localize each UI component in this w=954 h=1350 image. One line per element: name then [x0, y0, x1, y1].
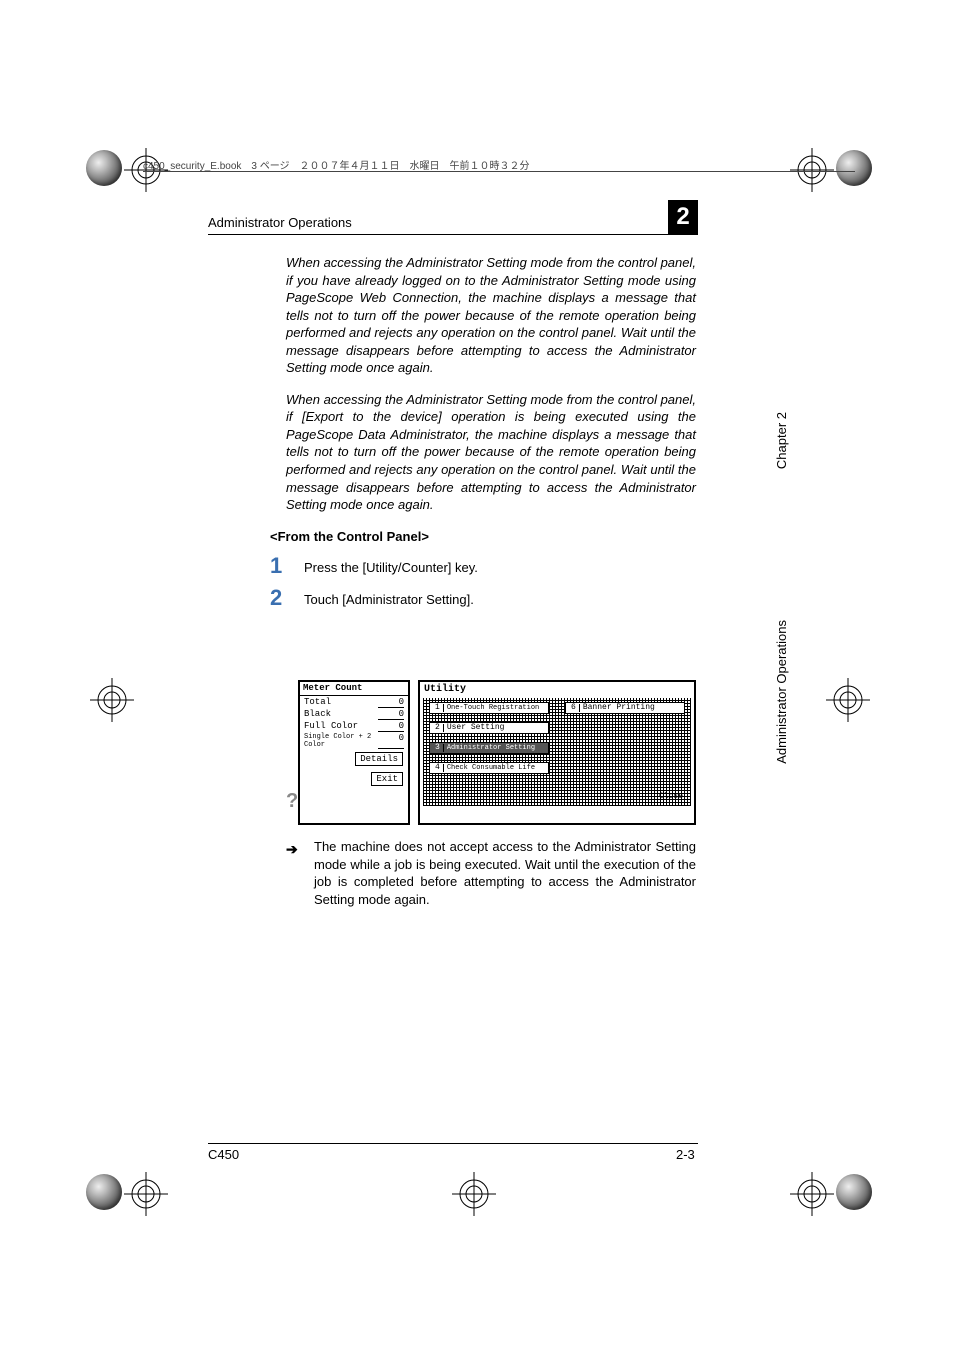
crop-mark-icon: [452, 1172, 496, 1216]
step-number-2: 2: [270, 587, 304, 609]
utility-item-consumable[interactable]: 4 Check Consumable Life: [429, 762, 549, 774]
utility-item-num: 3: [432, 744, 444, 752]
footer-page: 2-3: [676, 1147, 695, 1162]
step-text-1: Press the [Utility/Counter] key.: [304, 555, 696, 577]
utility-item-num: 4: [432, 764, 444, 772]
section-title: Administrator Operations: [208, 215, 698, 234]
utility-item-num: 6: [568, 704, 580, 712]
utility-menu-grid: 1 One-Touch Registration 2 User Setting …: [423, 698, 691, 806]
meter-black-label: Black: [304, 709, 331, 720]
meter-total-value: 0: [378, 697, 404, 708]
meter-fullcolor-label: Full Color: [304, 721, 358, 732]
meter-total-label: Total: [304, 697, 331, 708]
footer-model: C450: [208, 1147, 239, 1162]
utility-item-label: Check Consumable Life: [447, 765, 535, 772]
footer-rule: [208, 1143, 698, 1144]
utility-title: Utility: [420, 682, 694, 698]
side-chapter-label: Chapter 2: [774, 412, 789, 469]
step-number-1: 1: [270, 555, 304, 577]
side-section-label: Administrator Operations: [774, 620, 789, 764]
close-button[interactable]: Close: [654, 790, 688, 803]
note-paragraph-1: When accessing the Administrator Setting…: [286, 254, 696, 377]
utility-item-onetouch[interactable]: 1 One-Touch Registration: [429, 702, 549, 714]
note-paragraph-2: When accessing the Administrator Setting…: [286, 391, 696, 514]
chapter-badge: 2: [668, 200, 698, 234]
crop-mark-icon: [90, 678, 134, 722]
arrow-right-icon: ➔: [286, 838, 314, 908]
answer-text: The machine does not accept access to th…: [314, 838, 696, 908]
crop-mark-icon: [124, 1172, 168, 1216]
utility-item-num: 1: [432, 704, 444, 712]
meter-fullcolor-value: 0: [378, 721, 404, 732]
meter-count-pane: Meter Count Total 0 Black 0 Full Color 0 Si…: [298, 680, 410, 825]
utility-pane: Utility 1 One-Touch Registration 2 User …: [418, 680, 696, 825]
utility-item-label: Administrator Setting: [447, 745, 535, 752]
step-text-2: Touch [Administrator Setting].: [304, 587, 696, 609]
control-panel-screenshot: Meter Count Total 0 Black 0 Full Color 0 Si…: [298, 680, 698, 825]
utility-item-label: User Setting: [447, 724, 505, 732]
utility-item-label: One-Touch Registration: [447, 705, 539, 712]
crop-mark-icon: [826, 678, 870, 722]
meter-count-title: Meter Count: [300, 682, 408, 696]
meter-black-value: 0: [378, 709, 404, 720]
utility-item-num: 2: [432, 724, 444, 732]
meter-singlecolor-label: Single Color + 2 Color: [304, 733, 378, 749]
utility-item-label: Banner Printing: [583, 704, 655, 712]
utility-item-usersetting[interactable]: 2 User Setting: [429, 722, 549, 734]
details-button[interactable]: Details: [355, 752, 403, 766]
section-rule: [208, 234, 698, 235]
doc-header: c450_security_E.book 3 ページ ２００７年４月１１日 水曜…: [143, 157, 855, 177]
subsection-heading: <From the Control Panel>: [270, 528, 696, 546]
crop-mark-icon: [790, 1172, 834, 1216]
doc-header-rule: [143, 171, 855, 172]
meter-singlecolor-value: 0: [378, 733, 404, 749]
exit-button[interactable]: Exit: [371, 772, 403, 786]
utility-item-banner[interactable]: 6 Banner Printing: [565, 702, 685, 714]
utility-item-adminsetting[interactable]: 3 Administrator Setting: [429, 742, 549, 754]
